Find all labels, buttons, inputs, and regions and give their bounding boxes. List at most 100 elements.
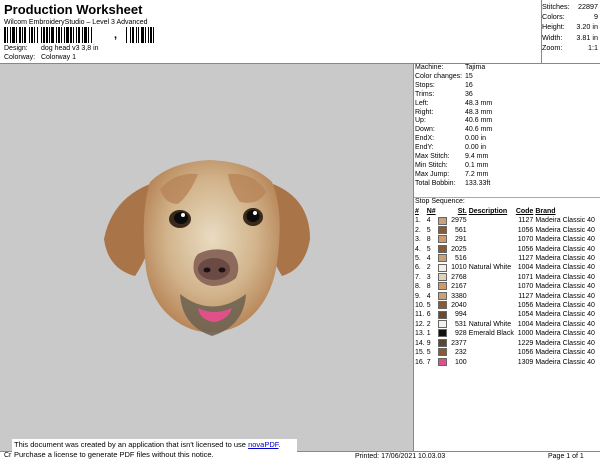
stop-number: 13. bbox=[415, 330, 425, 338]
thread-brand: Madeira Classic 40 bbox=[535, 283, 595, 291]
thread-description bbox=[469, 235, 516, 244]
thread-code: 1004 bbox=[517, 264, 534, 272]
table-row: 16. 7 100 1309 Madeira Classic 40 bbox=[415, 357, 597, 367]
stitch-count-cell: 928 bbox=[437, 329, 469, 338]
stop-number: 12. bbox=[415, 320, 425, 328]
color-swatch bbox=[437, 244, 447, 253]
design-label: Design: bbox=[4, 45, 28, 52]
col-header-description: Description bbox=[468, 208, 508, 215]
stitch-count: 291 bbox=[455, 236, 467, 244]
table-row: 11. 6 994 1054 Madeira Classic 40 bbox=[415, 310, 597, 319]
param-label: Max Stitch: bbox=[415, 153, 450, 161]
stop-number: 16. bbox=[415, 358, 425, 366]
printed-timestamp: Printed: 17/06/2021 10.03.03 bbox=[355, 453, 446, 460]
needle-number: 4 bbox=[426, 255, 431, 263]
stop-number: 5. bbox=[415, 255, 421, 263]
param-value: 7.2 mm bbox=[465, 170, 489, 178]
param-value: 36 bbox=[465, 90, 473, 98]
param-row: Color changes: 15 bbox=[415, 73, 598, 82]
thread-brand: Madeira Classic 40 bbox=[535, 217, 595, 225]
stitch-count: 531 bbox=[455, 320, 467, 328]
design-preview bbox=[0, 64, 413, 451]
param-label: Stops: bbox=[415, 81, 435, 89]
cropped-text: Cr bbox=[4, 452, 12, 459]
color-swatch bbox=[437, 235, 447, 244]
thread-code: 1056 bbox=[517, 245, 534, 253]
table-row: 3. 8 291 1070 Madeira Classic 40 bbox=[415, 235, 597, 244]
stitch-count: 2040 bbox=[451, 302, 467, 310]
stitch-count-cell: 2025 bbox=[437, 244, 469, 254]
needle-number: 7 bbox=[426, 358, 431, 366]
thread-brand: Madeira Classic 40 bbox=[535, 273, 595, 281]
needle-number: 1 bbox=[426, 330, 431, 338]
param-value: 40.6 mm bbox=[465, 126, 493, 134]
stitch-count: 2025 bbox=[451, 245, 467, 253]
param-label: Right: bbox=[415, 108, 434, 116]
thread-description bbox=[469, 254, 516, 263]
novapdf-link[interactable]: novaPDF bbox=[248, 440, 278, 449]
param-value: 16 bbox=[465, 81, 473, 89]
stitch-count-cell: 2167 bbox=[437, 282, 469, 291]
color-swatch bbox=[437, 320, 447, 329]
color-swatch bbox=[437, 310, 447, 319]
stitch-count-cell: 531 bbox=[437, 320, 469, 329]
color-swatch bbox=[437, 291, 447, 300]
stitch-count: 516 bbox=[455, 255, 467, 263]
thread-description: Natural White bbox=[468, 264, 512, 272]
stitch-count: 2377 bbox=[451, 339, 467, 347]
thread-brand: Madeira Classic 40 bbox=[535, 358, 595, 366]
thread-code: 1000 bbox=[517, 330, 534, 338]
color-swatch bbox=[437, 301, 447, 310]
stop-number: 6. bbox=[415, 264, 421, 272]
color-swatch bbox=[437, 338, 447, 347]
stitch-count-cell: 1010 bbox=[437, 263, 469, 272]
design-value: dog head v3 3,8 in bbox=[40, 45, 99, 52]
barcode-separator: , bbox=[114, 29, 118, 41]
thread-description bbox=[469, 216, 516, 225]
param-row: Max Jump: 7.2 mm bbox=[415, 171, 598, 180]
param-label: EndY: bbox=[415, 144, 434, 152]
needle-number: 5 bbox=[426, 349, 431, 357]
thread-description: Emerald Black bbox=[468, 330, 514, 338]
stitch-count: 2167 bbox=[451, 283, 467, 291]
summary-row: Width: 3.81 in bbox=[542, 32, 598, 42]
colorway-row: Colorway: Colorway 1 bbox=[4, 54, 76, 61]
table-row: 8. 8 2167 1070 Madeira Classic 40 bbox=[415, 282, 597, 291]
stitch-count: 100 bbox=[455, 358, 467, 366]
col-header-stitches: St. bbox=[457, 208, 467, 215]
param-value: 15 bbox=[465, 72, 473, 80]
stop-number: 14. bbox=[415, 339, 425, 347]
needle-number: 8 bbox=[426, 283, 431, 291]
stitch-count: 1010 bbox=[451, 264, 467, 272]
stitch-count-cell: 561 bbox=[437, 225, 469, 235]
summary-row: Stitches: 22897 bbox=[542, 2, 598, 11]
param-value: 9.4 mm bbox=[465, 153, 489, 161]
stop-number: 15. bbox=[415, 349, 425, 357]
needle-number: 8 bbox=[426, 236, 431, 244]
colorway-label: Colorway: bbox=[4, 54, 36, 61]
table-row: 4. 5 2025 1056 Madeira Classic 40 bbox=[415, 244, 597, 254]
stitch-count-cell: 100 bbox=[437, 357, 469, 367]
param-row: Trims: 36 bbox=[415, 91, 598, 100]
table-row: 2. 5 561 1056 Madeira Classic 40 bbox=[415, 225, 597, 235]
col-header-number: # bbox=[415, 208, 419, 215]
thread-description bbox=[469, 339, 516, 348]
needle-number: 5 bbox=[426, 245, 431, 253]
thread-code: 1056 bbox=[517, 226, 534, 234]
thread-code: 1070 bbox=[517, 236, 534, 244]
color-swatch bbox=[437, 216, 447, 225]
stop-number: 1. bbox=[415, 217, 421, 225]
param-row: Right: 48.3 mm bbox=[415, 109, 598, 118]
barcode bbox=[4, 27, 154, 43]
thread-code: 1229 bbox=[517, 339, 534, 347]
thread-code: 1056 bbox=[517, 302, 534, 310]
stitch-count-cell: 291 bbox=[437, 235, 469, 244]
param-row: Left: 48.3 mm bbox=[415, 100, 598, 109]
param-row: Stops: 16 bbox=[415, 82, 598, 91]
table-row: 9. 4 3380 1127 Madeira Classic 40 bbox=[415, 291, 597, 301]
stop-number: 2. bbox=[415, 226, 421, 234]
summary-row: Colors: 9 bbox=[542, 12, 598, 22]
stitch-count-cell: 2040 bbox=[437, 301, 469, 310]
stop-sequence-title: Stop Sequence: bbox=[415, 198, 465, 205]
stitch-count: 994 bbox=[455, 311, 467, 319]
